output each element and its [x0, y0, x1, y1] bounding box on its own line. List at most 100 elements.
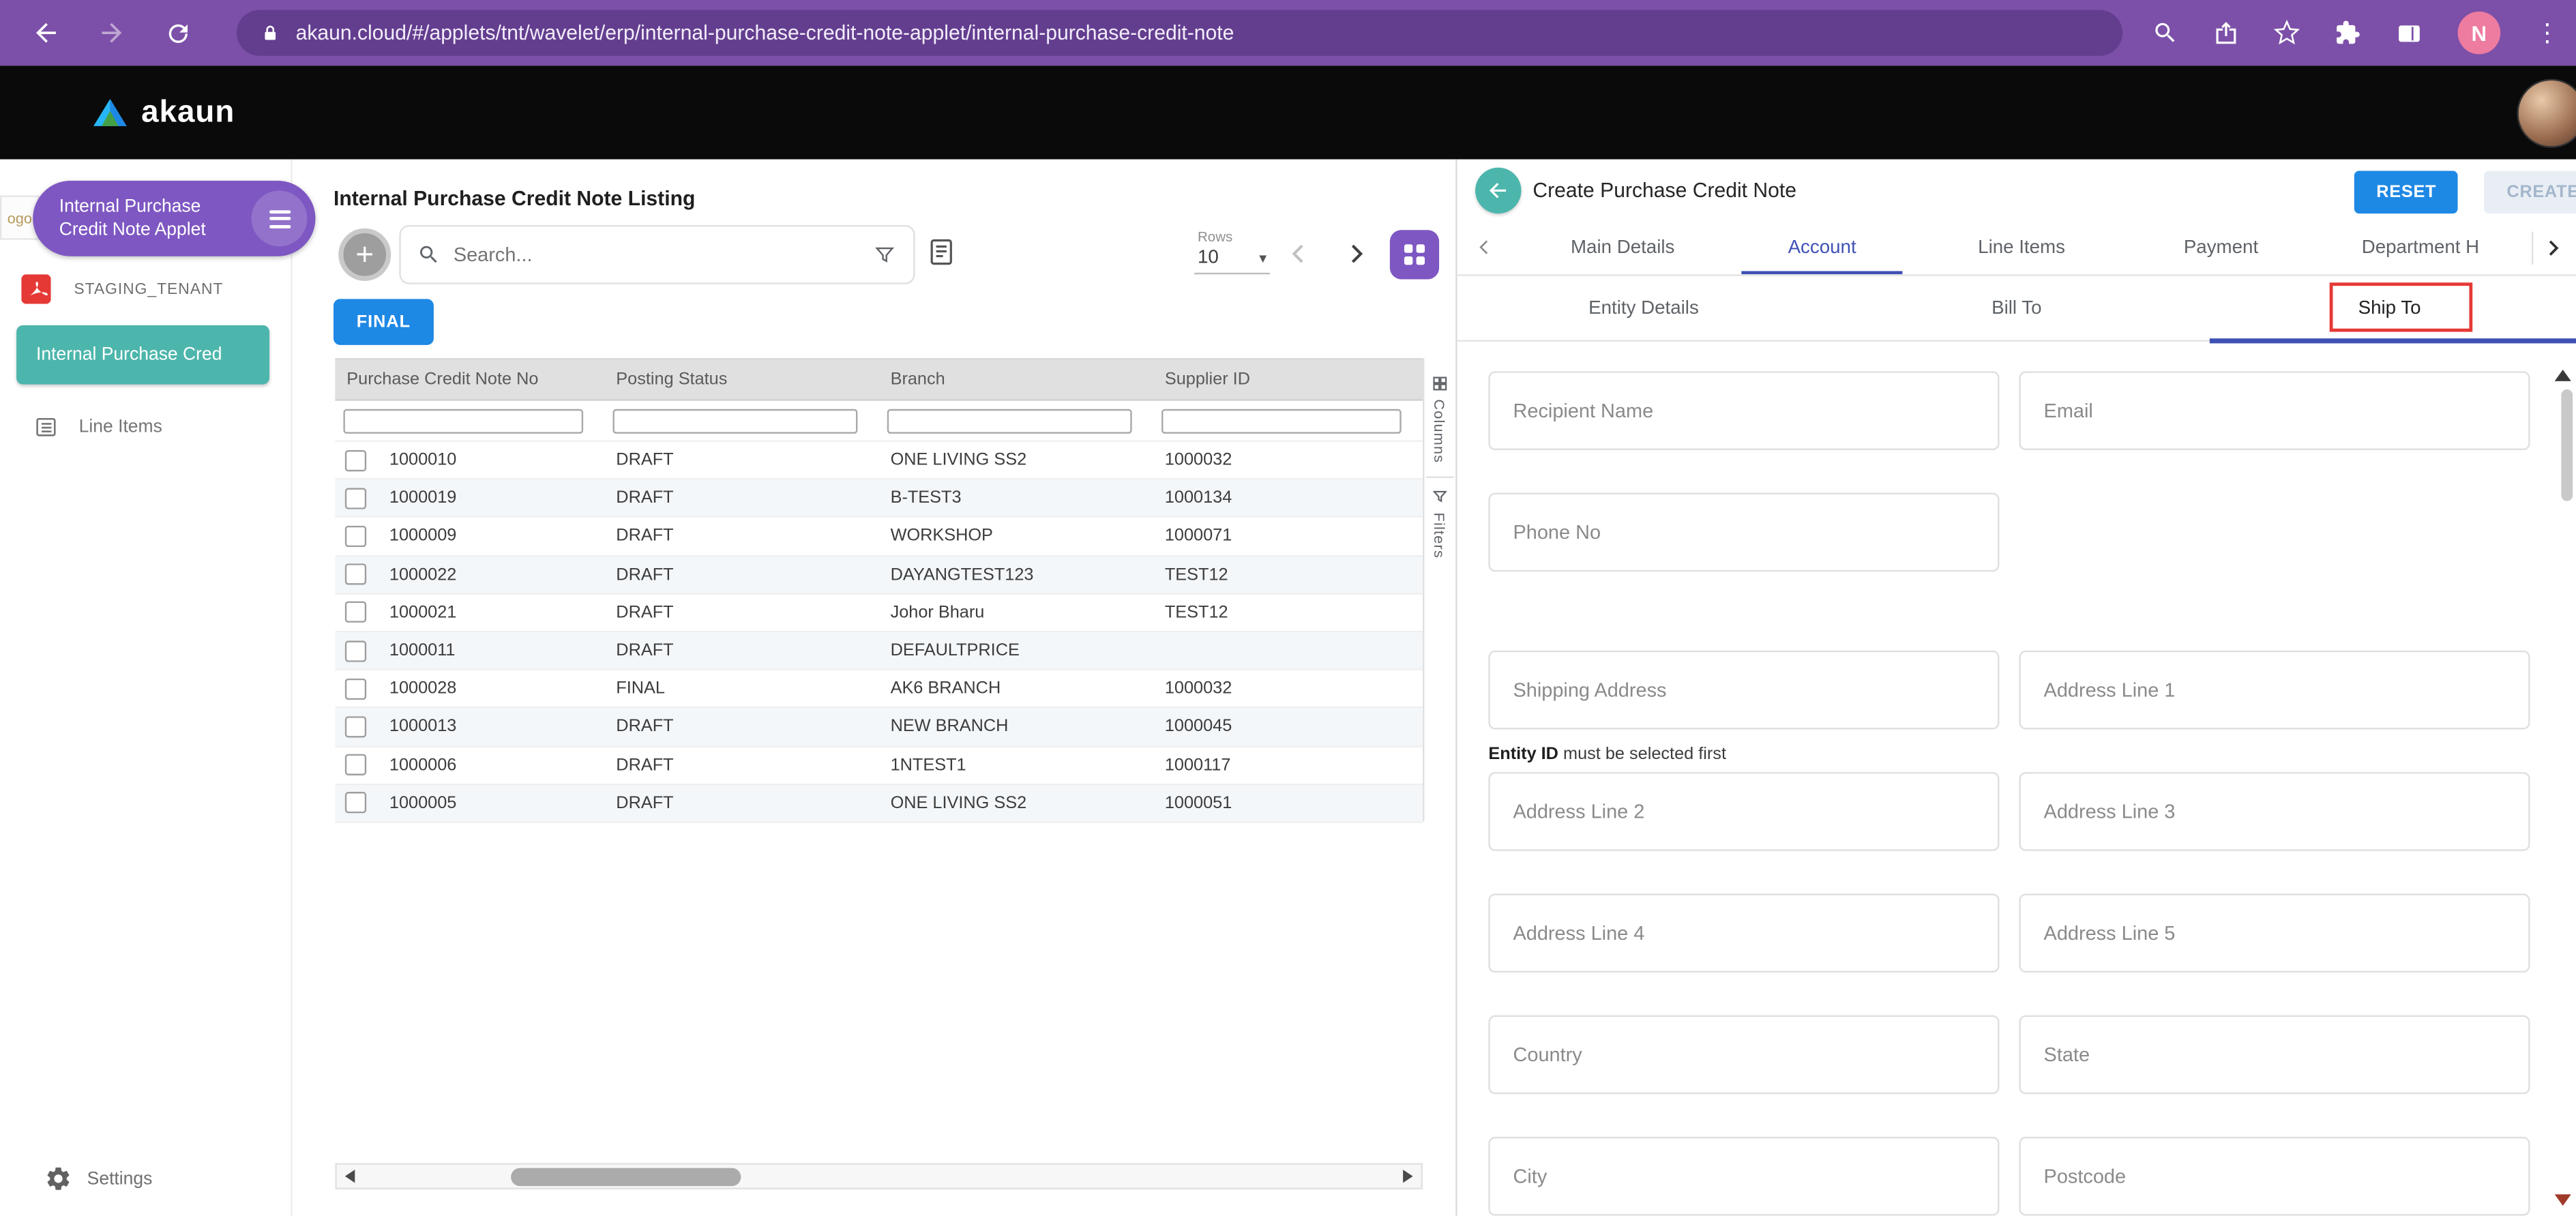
table-row[interactable]: 1000021 DRAFT Johor Bharu TEST12 — [335, 594, 1423, 633]
field-shipping-address — [1488, 650, 2000, 730]
subtab-entity-details[interactable]: Entity Details — [1457, 276, 1831, 340]
url-bar[interactable]: akaun.cloud/#/applets/tnt/wavelet/erp/in… — [236, 10, 2123, 56]
tab-payment[interactable]: Payment — [2121, 222, 2320, 274]
row-checkbox[interactable] — [344, 792, 367, 814]
table-row[interactable]: 1000019 DRAFT B-TEST3 1000134 — [335, 479, 1423, 518]
address-line-2-input[interactable] — [1490, 773, 1998, 850]
tab-department-header[interactable]: Department H — [2321, 222, 2520, 274]
filter-funnel-icon[interactable] — [872, 242, 897, 267]
row-checkbox[interactable] — [344, 754, 367, 776]
back-button[interactable] — [1475, 167, 1522, 214]
table-row[interactable]: 1000028 FINAL AK6 BRANCH 1000032 — [335, 670, 1423, 709]
row-checkbox[interactable] — [344, 640, 367, 662]
pagination-next-icon[interactable] — [1342, 240, 1370, 276]
final-filter-button[interactable]: FINAL — [333, 299, 434, 345]
city-input[interactable] — [1490, 1138, 1998, 1215]
subtab-bill-to[interactable]: Bill To — [1830, 276, 2203, 340]
scroll-up-icon[interactable] — [2554, 369, 2571, 381]
extensions-puzzle-icon[interactable] — [2335, 20, 2361, 46]
cell-supplier: 1000071 — [1164, 526, 1232, 546]
recipient-name-input[interactable] — [1490, 372, 1998, 449]
field-email — [2019, 371, 2530, 451]
scroll-down-icon[interactable] — [2554, 1194, 2571, 1206]
grid-view-icon[interactable] — [1389, 230, 1440, 280]
address-line-1-input[interactable] — [2020, 652, 2529, 728]
pagination-prev-icon[interactable] — [1285, 240, 1313, 276]
table-row[interactable]: 1000022 DRAFT DAYANGTEST123 TEST12 — [335, 556, 1423, 595]
rows-per-page-select[interactable]: Rows 10 ▾ — [1194, 228, 1271, 275]
country-input[interactable] — [1490, 1017, 1998, 1093]
side-tab-columns[interactable]: Columns — [1431, 399, 1447, 463]
tab-account[interactable]: Account — [1722, 222, 1921, 275]
share-icon[interactable] — [2213, 20, 2240, 46]
add-record-button[interactable]: + — [338, 228, 391, 281]
filter-input-branch[interactable] — [887, 408, 1132, 433]
row-checkbox[interactable] — [344, 678, 367, 700]
column-header[interactable]: Purchase Credit Note No — [335, 370, 604, 389]
scrollbar-thumb[interactable] — [511, 1168, 741, 1187]
table-row[interactable]: 1000006 DRAFT 1NTEST1 1000117 — [335, 746, 1423, 785]
tenant-selector[interactable]: STAGING_TENANT — [21, 274, 223, 304]
sidebar-item-settings[interactable]: Settings — [44, 1165, 152, 1193]
postcode-input[interactable] — [2020, 1138, 2529, 1215]
email-input[interactable] — [2020, 372, 2529, 449]
cell-no: 1000010 — [389, 450, 457, 471]
browser-forward-icon[interactable] — [92, 13, 132, 53]
tabs-scroll-right-icon[interactable] — [2541, 236, 2565, 268]
table-row[interactable]: 1000009 DRAFT WORKSHOP 1000071 — [335, 518, 1423, 557]
cell-no: 1000022 — [389, 564, 457, 584]
filter-input-posting-status[interactable] — [612, 408, 858, 433]
browser-menu-icon[interactable]: ⋮ — [2535, 20, 2560, 45]
row-checkbox[interactable] — [344, 525, 367, 548]
bookmark-star-icon[interactable] — [2273, 19, 2300, 46]
copy-list-icon[interactable] — [925, 235, 958, 276]
shipping-address-input[interactable] — [1490, 652, 1998, 728]
cell-status: DRAFT — [616, 564, 674, 584]
browser-actions: N ⋮ — [2152, 11, 2560, 55]
applet-badge[interactable]: Internal Purchase Credit Note Applet — [33, 180, 316, 256]
profile-avatar[interactable]: N — [2457, 11, 2501, 55]
create-button[interactable]: CREATE — [2483, 170, 2576, 214]
side-tab-filters[interactable]: Filters — [1431, 513, 1447, 559]
search-input[interactable] — [453, 243, 873, 267]
detail-header: Create Purchase Credit Note RESET CREATE — [1457, 160, 2576, 222]
zoom-icon[interactable] — [2152, 20, 2179, 46]
table-row[interactable]: 1000005 DRAFT ONE LIVING SS2 1000051 — [335, 784, 1423, 823]
row-checkbox[interactable] — [344, 563, 367, 585]
address-line-3-input[interactable] — [2020, 773, 2529, 850]
vertical-scrollbar-thumb[interactable] — [2560, 389, 2572, 501]
user-avatar[interactable] — [2517, 78, 2576, 148]
row-checkbox[interactable] — [344, 487, 367, 509]
address-line-5-input[interactable] — [2020, 895, 2529, 971]
sidebar-item-line-items[interactable]: Line Items — [33, 414, 162, 441]
cell-no: 1000013 — [389, 717, 457, 737]
reset-button[interactable]: RESET — [2354, 170, 2458, 214]
phone-no-input[interactable] — [1490, 494, 1998, 570]
browser-reload-icon[interactable] — [158, 13, 197, 53]
row-checkbox[interactable] — [344, 602, 367, 623]
cell-no: 1000006 — [389, 755, 457, 775]
filter-input-supplier-id[interactable] — [1161, 408, 1402, 433]
subtab-ship-to[interactable]: Ship To — [2203, 276, 2576, 340]
browser-back-icon[interactable] — [27, 13, 66, 53]
column-header[interactable]: Branch — [879, 370, 1153, 389]
table-row[interactable]: 1000010 DRAFT ONE LIVING SS2 1000032 — [335, 441, 1423, 480]
tab-line-items[interactable]: Line Items — [1922, 222, 2121, 274]
address-line-4-input[interactable] — [1490, 895, 1998, 971]
filter-input-credit-note-no[interactable] — [343, 408, 584, 433]
hamburger-menu-icon[interactable] — [251, 190, 308, 247]
scroll-right-icon[interactable] — [1403, 1170, 1413, 1183]
state-input[interactable] — [2020, 1017, 2529, 1093]
table-row[interactable]: 1000011 DRAFT DEFAULTPRICE — [335, 632, 1423, 671]
table-row[interactable]: 1000013 DRAFT NEW BRANCH 1000045 — [335, 708, 1423, 747]
tab-main-details[interactable]: Main Details — [1523, 222, 1722, 274]
column-header[interactable]: Supplier ID — [1153, 370, 1423, 389]
row-checkbox[interactable] — [344, 716, 367, 738]
side-panel-icon[interactable] — [2395, 19, 2423, 47]
scroll-left-icon[interactable] — [344, 1170, 355, 1183]
row-checkbox[interactable] — [344, 449, 367, 471]
horizontal-scrollbar[interactable] — [335, 1163, 1423, 1189]
tabs-scroll-left-icon[interactable] — [1474, 237, 1495, 266]
module-button-internal-purchase-credit-note[interactable]: Internal Purchase Cred — [16, 325, 270, 385]
column-header[interactable]: Posting Status — [604, 370, 878, 389]
